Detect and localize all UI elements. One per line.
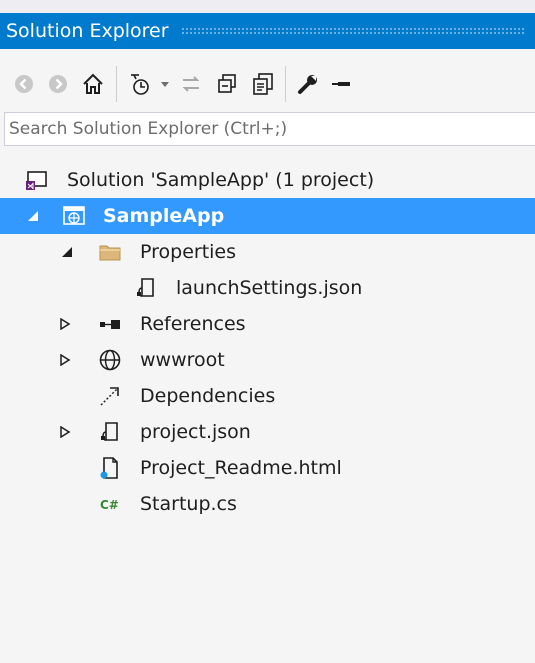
solution-explorer-toolbar — [0, 56, 535, 112]
preview-selected-items-icon[interactable] — [328, 64, 354, 104]
tree-node-properties[interactable]: Properties — [0, 234, 535, 270]
properties-icon[interactable] — [296, 64, 320, 104]
sync-with-active-document-icon[interactable] — [179, 64, 203, 104]
collapse-arrow-icon[interactable] — [60, 245, 74, 259]
expand-arrow-icon[interactable] — [58, 317, 72, 331]
solution-explorer-title-bar[interactable]: Solution Explorer — [0, 13, 535, 49]
tree-node-wwwroot[interactable]: wwwroot — [0, 342, 535, 378]
tree-node-label: References — [140, 313, 246, 335]
tree-node-label: launchSettings.json — [176, 277, 363, 299]
toolbar-separator — [285, 66, 286, 102]
tree-node-project-json[interactable]: project.json — [0, 414, 535, 450]
tree-node-label: Solution 'SampleApp' (1 project) — [67, 169, 375, 191]
csharp-file-icon: C# — [98, 492, 122, 516]
panel-title: Solution Explorer — [6, 20, 169, 42]
dropdown-arrow-icon[interactable] — [157, 64, 173, 104]
tree-node-project[interactable]: SampleApp — [0, 198, 535, 234]
home-icon[interactable] — [80, 64, 106, 104]
collapse-all-icon[interactable] — [215, 64, 239, 104]
collapse-arrow-icon[interactable] — [26, 209, 40, 223]
tree-node-startup[interactable]: C# Startup.cs — [0, 486, 535, 522]
expand-arrow-icon[interactable] — [58, 425, 72, 439]
show-all-files-icon[interactable] — [251, 64, 275, 104]
visual-studio-solution-icon — [24, 168, 48, 192]
back-icon[interactable] — [12, 64, 36, 104]
window-top-strip — [0, 0, 535, 13]
tree-node-label: wwwroot — [140, 349, 225, 371]
tree-node-label: Startup.cs — [140, 493, 237, 515]
tree-node-label: project.json — [140, 421, 251, 443]
tree-node-references[interactable]: References — [0, 306, 535, 342]
globe-icon — [98, 348, 122, 372]
tree-node-readme[interactable]: Project_Readme.html — [0, 450, 535, 486]
toolbar-separator — [116, 66, 117, 102]
tree-node-label: SampleApp — [103, 205, 225, 227]
pending-changes-filter-icon[interactable] — [127, 64, 153, 104]
dependencies-icon — [98, 384, 122, 408]
search-input[interactable] — [5, 119, 535, 139]
web-project-icon — [62, 204, 86, 228]
tree-node-dependencies[interactable]: Dependencies — [0, 378, 535, 414]
tree-node-label: Properties — [140, 241, 237, 263]
tree-node-launchsettings[interactable]: launchSettings.json — [0, 270, 535, 306]
json-file-icon — [98, 420, 122, 444]
references-icon — [98, 312, 122, 336]
tree-node-label: Dependencies — [140, 385, 276, 407]
tree-node-label: Project_Readme.html — [140, 457, 342, 479]
expand-arrow-icon[interactable] — [58, 353, 72, 367]
tree-node-solution[interactable]: Solution 'SampleApp' (1 project) — [0, 162, 535, 198]
title-bar-grip[interactable] — [180, 27, 525, 35]
svg-text:C#: C# — [100, 498, 119, 512]
search-solution-explorer-box[interactable] — [4, 112, 535, 146]
json-file-icon — [134, 276, 158, 300]
html-file-icon — [98, 456, 122, 480]
folder-icon — [98, 240, 122, 264]
forward-icon[interactable] — [46, 64, 70, 104]
